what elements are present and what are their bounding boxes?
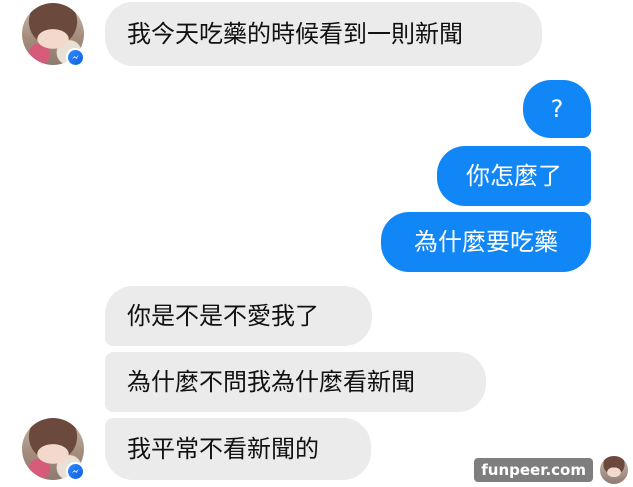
message-text: 為什麼要吃藥 (414, 228, 558, 256)
message-text: 你怎麼了 (466, 162, 562, 190)
message-text: 你是不是不愛我了 (127, 302, 319, 330)
seen-avatar (599, 455, 629, 485)
watermark: funpeer.com (474, 455, 629, 485)
message-text: 為什麼不問我為什麼看新聞 (127, 368, 415, 396)
incoming-message-bubble[interactable]: 為什麼不問我為什麼看新聞 (105, 352, 486, 412)
message-text: ? (550, 95, 564, 123)
message-text: 我今天吃藥的時候看到一則新聞 (127, 20, 463, 48)
messenger-icon (66, 462, 84, 480)
incoming-message-bubble[interactable]: 我今天吃藥的時候看到一則新聞 (105, 2, 542, 66)
outgoing-message-bubble[interactable]: 為什麼要吃藥 (381, 212, 591, 272)
outgoing-message-bubble[interactable]: 你怎麼了 (437, 146, 591, 206)
incoming-message-bubble[interactable]: 你是不是不愛我了 (105, 286, 372, 346)
incoming-message-bubble[interactable]: 我平常不看新聞的 (105, 418, 371, 480)
watermark-text: funpeer.com (474, 458, 593, 482)
message-text: 我平常不看新聞的 (127, 435, 319, 463)
messenger-icon (66, 48, 84, 66)
outgoing-message-bubble[interactable]: ? (523, 80, 591, 138)
